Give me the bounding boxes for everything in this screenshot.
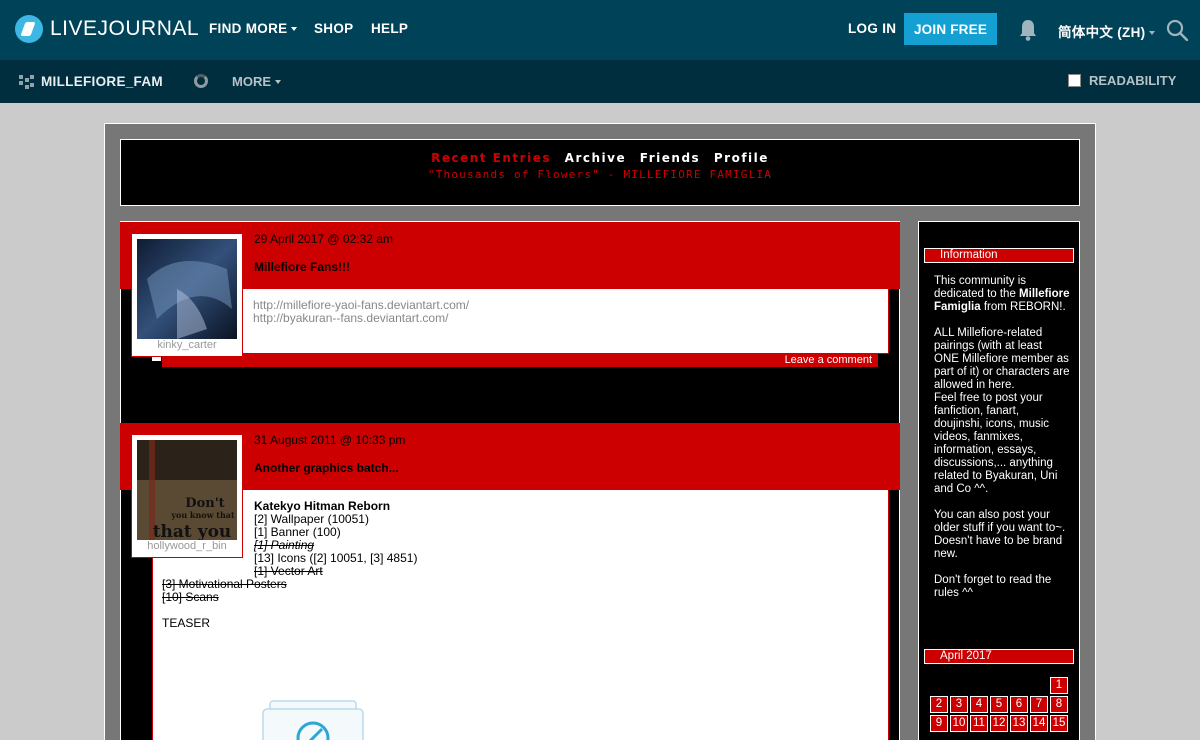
nav-shop[interactable]: SHOP — [314, 21, 353, 36]
journal-header: Recent Entries Archive Friends Profile "… — [120, 139, 1080, 206]
livejournal-logo[interactable]: LIVEJOURNAL — [15, 15, 199, 43]
entry-title[interactable]: Millefiore Fans!!! — [254, 260, 350, 274]
content-line: [10] Scans — [162, 590, 219, 604]
nav-archive[interactable]: Archive — [565, 151, 626, 165]
sidebar-heading-information: Information — [924, 248, 1074, 263]
info-paragraph: Don't forget to read the rules ^^ — [934, 574, 1052, 599]
info-text: from REBORN!. — [983, 301, 1066, 313]
chevron-down-icon — [1149, 31, 1156, 35]
calendar-day[interactable]: 5 — [990, 696, 1008, 713]
more-label: MORE — [232, 74, 271, 89]
readability-checkbox[interactable] — [1068, 74, 1081, 87]
broken-image-icon — [262, 700, 364, 740]
calendar-day[interactable]: 6 — [1010, 696, 1028, 713]
readability-toggle[interactable]: READABILITY — [1068, 73, 1176, 88]
journal-subtitle: "Thousands of Flowers" - MILLEFIORE FAMI… — [427, 168, 773, 181]
calendar-day[interactable]: 8 — [1050, 696, 1068, 713]
calendar-day[interactable]: 2 — [930, 696, 948, 713]
entry-date: 29 April 2017 @ 02:32 am — [254, 232, 393, 246]
readability-label: READABILITY — [1089, 73, 1177, 88]
nav-friends[interactable]: Friends — [640, 151, 700, 165]
avatar: Don't you know that that you — [137, 440, 237, 540]
calendar-day[interactable]: 12 — [990, 715, 1008, 732]
entry-date: 31 August 2011 @ 10:33 pm — [254, 433, 406, 447]
teaser-label: TEASER — [162, 616, 211, 630]
community-name-link[interactable]: MILLEFIORE_FAM — [19, 74, 163, 89]
info-paragraph: Feel free to post your fanfiction, fanar… — [934, 392, 1058, 495]
nav-find-more-label: FIND MORE — [209, 21, 288, 36]
calendar-day[interactable]: 15 — [1050, 715, 1068, 732]
logo-text: LIVEJOURNAL — [50, 17, 200, 40]
community-info-text: This community is dedicated to the Mille… — [934, 275, 1070, 600]
join-free-button[interactable]: JOIN FREE — [904, 13, 997, 45]
calendar-day[interactable]: 10 — [950, 715, 968, 732]
chevron-down-icon — [291, 27, 298, 31]
calendar-day[interactable]: 7 — [1030, 696, 1048, 713]
community-icon — [19, 74, 34, 89]
entry-content-list-cont: [3] Motivational Posters [10] Scans TEAS… — [162, 578, 287, 630]
user-avatar-card[interactable]: Don't you know that that you hollywood_r… — [131, 434, 243, 558]
login-link[interactable]: LOG IN — [848, 21, 896, 36]
language-label: 简体中文 (ZH) — [1058, 25, 1146, 40]
calendar-day[interactable]: 4 — [970, 696, 988, 713]
info-paragraph: You can also post your older stuff if yo… — [934, 509, 1066, 560]
entry-title[interactable]: Another graphics batch... — [254, 461, 399, 475]
loading-spinner-icon — [194, 74, 208, 88]
chevron-down-icon — [275, 80, 281, 84]
nav-find-more[interactable]: FIND MORE — [209, 21, 298, 36]
community-name: MILLEFIORE_FAM — [41, 74, 163, 89]
entry-body: http://millefiore-yaoi-fans.deviantart.c… — [152, 288, 889, 354]
calendar-day[interactable]: 14 — [1030, 715, 1048, 732]
bell-icon[interactable] — [1019, 19, 1037, 41]
avatar-caption: you know that — [170, 510, 235, 520]
nav-profile[interactable]: Profile — [714, 151, 769, 165]
calendar-day[interactable]: 9 — [930, 715, 948, 732]
entry-link[interactable]: http://byakuran--fans.deviantart.com/ — [253, 312, 888, 325]
nav-recent-entries[interactable]: Recent Entries — [431, 151, 551, 165]
calendar-day[interactable]: 13 — [1010, 715, 1028, 732]
language-selector[interactable]: 简体中文 (ZH) — [1058, 21, 1156, 41]
avatar-caption: that you — [153, 522, 232, 540]
avatar-username[interactable]: kinky_carter — [132, 339, 242, 351]
avatar-username[interactable]: hollywood_r_bin — [132, 540, 242, 552]
avatar-caption: Don't — [185, 496, 224, 511]
journal-nav: Recent Entries Archive Friends Profile — [121, 151, 1079, 165]
search-icon[interactable] — [1166, 19, 1188, 41]
livejournal-topbar: LIVEJOURNAL FIND MORE SHOP HELP LOG IN J… — [0, 0, 1200, 60]
nav-help[interactable]: HELP — [371, 21, 408, 36]
calendar-day[interactable]: 3 — [950, 696, 968, 713]
community-subbar: MILLEFIORE_FAM MORE READABILITY — [0, 60, 1200, 103]
leave-comment-link[interactable]: Leave a comment — [162, 354, 878, 367]
sidebar-heading-calendar: April 2017 — [924, 649, 1074, 664]
more-menu[interactable]: MORE — [232, 74, 281, 89]
calendar-day[interactable]: 11 — [970, 715, 988, 732]
livejournal-logo-icon — [15, 15, 43, 43]
info-paragraph: ALL Millefiore-related pairings (with at… — [934, 327, 1070, 391]
avatar — [137, 239, 237, 339]
user-avatar-card[interactable]: kinky_carter — [131, 233, 243, 357]
entry-content-list: Katekyo Hitman Reborn [2] Wallpaper (100… — [254, 500, 417, 578]
calendar-day[interactable]: 1 — [1050, 677, 1068, 694]
info-text: This community is dedicated to the — [934, 275, 1027, 300]
